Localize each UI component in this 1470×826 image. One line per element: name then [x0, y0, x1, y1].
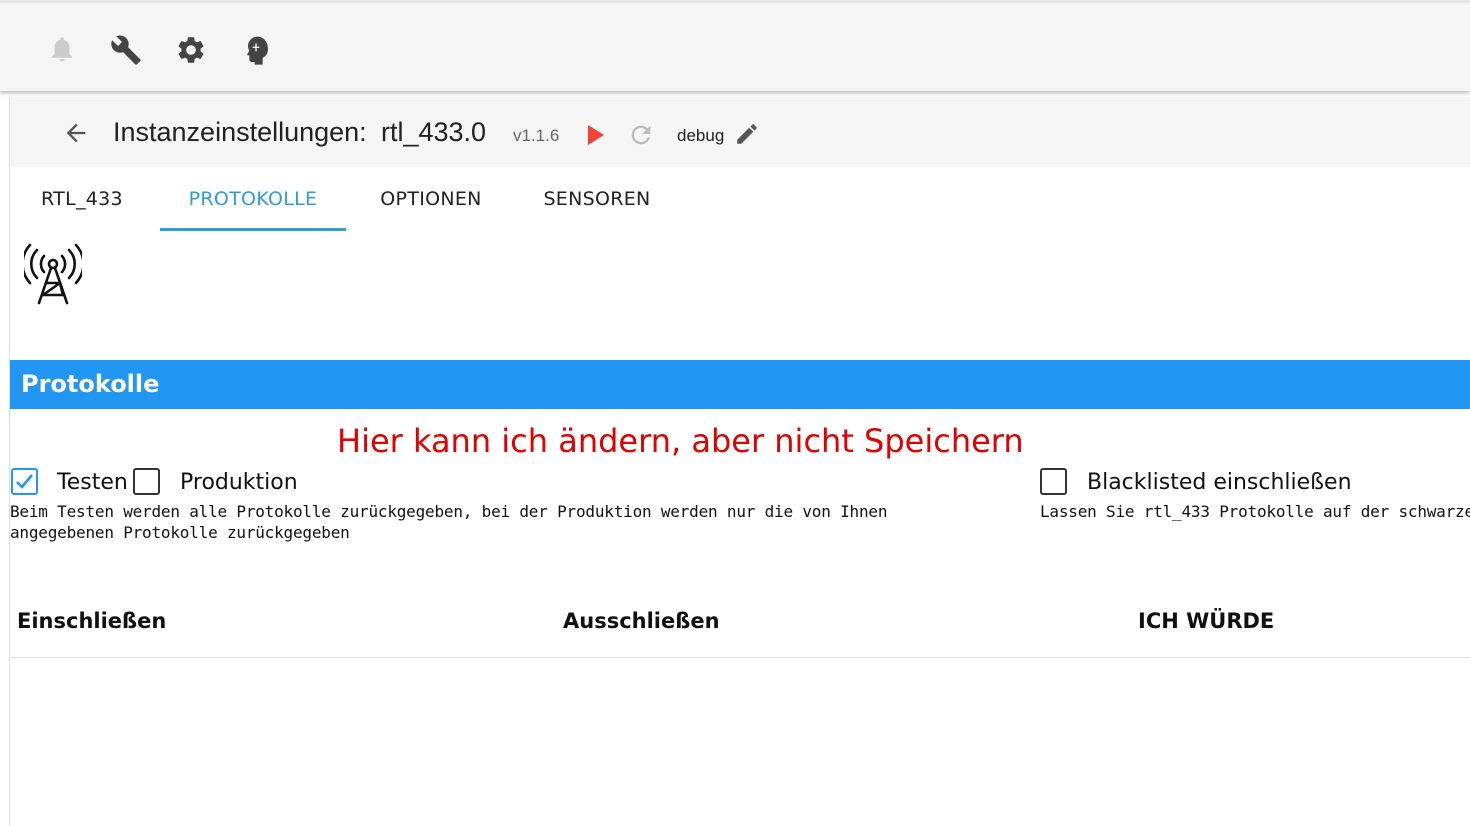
page-title: Instanzeinstellungen:	[113, 117, 367, 147]
log-level-label: debug	[677, 126, 725, 145]
column-header-include: Einschließen	[17, 609, 167, 633]
tab-bar: RTL_433 PROTOKOLLE OPTIONEN SENSOREN	[10, 167, 1470, 231]
tab-rtl433[interactable]: RTL_433	[10, 167, 154, 231]
tab-protokolle[interactable]: PROTOKOLLE	[160, 167, 346, 231]
back-arrow-icon[interactable]	[62, 119, 90, 147]
reload-icon[interactable]	[627, 121, 655, 149]
instance-name: rtl_433.0	[381, 117, 487, 147]
pencil-icon[interactable]	[734, 121, 760, 147]
blacklisted-help-text: Lassen Sie rtl_433 Protokolle auf der sc…	[1040, 502, 1470, 521]
gear-icon[interactable]	[175, 34, 207, 66]
production-checkbox[interactable]	[133, 468, 160, 495]
annotation-note: Hier kann ich ändern, aber nicht Speiche…	[337, 422, 1024, 460]
testing-label: Testen	[57, 470, 128, 495]
section-header-protokolle: Protokolle	[10, 360, 1470, 409]
blacklisted-checkbox[interactable]	[1040, 468, 1067, 495]
tab-optionen[interactable]: OPTIONEN	[346, 167, 516, 231]
play-icon[interactable]	[586, 124, 606, 146]
column-header-exclude: Ausschließen	[563, 609, 720, 633]
column-header-id: ICH WÜRDE	[1138, 609, 1275, 633]
production-label: Produktion	[180, 470, 298, 495]
active-tab-indicator	[160, 228, 346, 231]
testing-checkbox[interactable]	[11, 468, 38, 495]
tab-sensoren[interactable]: SENSOREN	[516, 167, 678, 231]
instance-header: Instanzeinstellungen: rtl_433.0 v1.1.6 d…	[10, 97, 1470, 167]
bell-icon[interactable]	[47, 34, 77, 64]
wrench-icon[interactable]	[110, 34, 142, 66]
blacklisted-label: Blacklisted einschließen	[1087, 470, 1352, 495]
mode-help-text: Beim Testen werden alle Protokolle zurüc…	[10, 502, 888, 542]
instance-settings-panel: Instanzeinstellungen: rtl_433.0 v1.1.6 d…	[9, 97, 1470, 826]
table-divider	[10, 657, 1470, 658]
radio-tower-icon	[24, 243, 82, 305]
expert-mode-icon[interactable]	[240, 34, 272, 66]
top-toolbar	[0, 0, 1470, 91]
version-label: v1.1.6	[513, 126, 560, 145]
